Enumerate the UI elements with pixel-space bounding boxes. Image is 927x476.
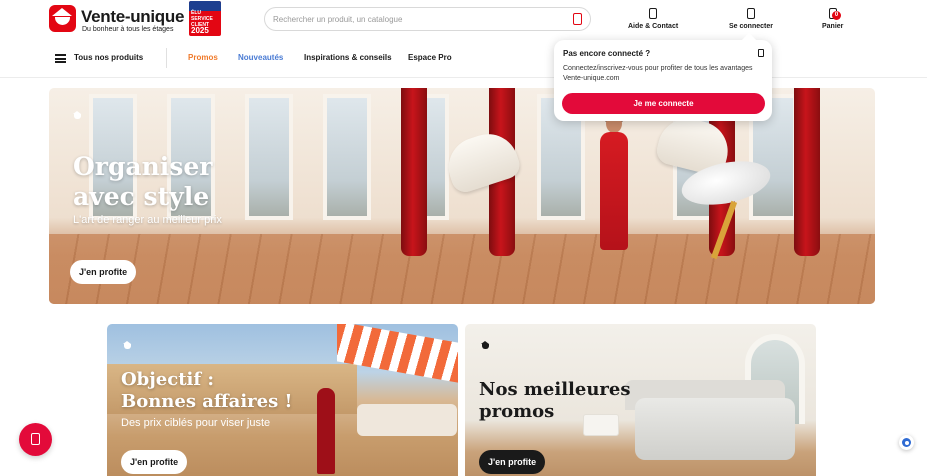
hero-title-line1: Organiser: [73, 152, 213, 181]
logo-name: Vente-unique: [81, 7, 185, 26]
login-popup: Pas encore connecté ? Connectez/inscrive…: [554, 40, 772, 121]
all-products-label: Tous nos produits: [74, 53, 144, 62]
close-icon[interactable]: [758, 49, 764, 57]
cart-label: Panier: [822, 23, 844, 30]
login-link[interactable]: Se connecter: [729, 8, 773, 30]
card-bed: [635, 398, 795, 460]
promo-card-meilleures-promos[interactable]: Nos meilleures promos J'en profite: [465, 324, 816, 476]
login-label: Se connecter: [729, 23, 773, 30]
card-subtitle: Des prix ciblés pour viser juste: [121, 417, 271, 429]
menu-icon: [55, 54, 66, 63]
page: Vente-unique Du bonheur à tous les étage…: [0, 0, 927, 476]
card-title-line2: Bonnes affaires !: [121, 391, 293, 412]
nav-link-promos[interactable]: Promos: [188, 53, 218, 62]
site-header: Vente-unique Du bonheur à tous les étage…: [0, 0, 927, 40]
popup-title: Pas encore connecté ?: [563, 49, 651, 58]
cart-link[interactable]: 0 Panier: [822, 8, 843, 30]
hero-floor: [49, 234, 875, 304]
nav-link-inspirations[interactable]: Inspirations & conseils: [304, 53, 392, 62]
nav-divider: [166, 48, 167, 68]
card-title: Objectif : Bonnes affaires !: [121, 369, 292, 413]
brand-badge-icon: [123, 341, 132, 349]
card-title-line1: Nos meilleures: [479, 379, 631, 400]
hero-model: [594, 110, 634, 276]
hero-title: Organiser avec style: [73, 152, 333, 212]
widget-button[interactable]: [899, 435, 914, 450]
logo-link[interactable]: Vente-unique Du bonheur à tous les étage…: [49, 5, 184, 35]
hero-model-suit: [600, 132, 628, 250]
popup-text: Connectez/inscrivez-vous pour profiter d…: [563, 65, 753, 82]
main-nav: Tous nos produits Promos Nouveautés Insp…: [0, 44, 927, 78]
search-icon[interactable]: [573, 13, 582, 25]
card-sofa: [357, 404, 457, 436]
chat-icon: [31, 433, 40, 445]
brand-badge-icon: [481, 341, 490, 349]
hero-title-line2: avec style: [73, 182, 210, 211]
user-icon: [746, 8, 755, 19]
award-year: 2025: [191, 26, 209, 35]
card-title-line2: promos: [479, 401, 555, 422]
chat-button[interactable]: [19, 423, 52, 456]
card-cta-button[interactable]: J'en profite: [121, 450, 188, 474]
widget-icon: [902, 438, 911, 447]
hero-curtain: [794, 88, 820, 256]
card-cta-button[interactable]: J'en profite: [479, 450, 546, 474]
nav-link-nouveautes[interactable]: Nouveautés: [238, 53, 283, 62]
nav-link-espace-pro[interactable]: Espace Pro: [408, 53, 452, 62]
hero-cta-button[interactable]: J'en profite: [70, 260, 137, 284]
brand-badge-icon: [73, 111, 82, 119]
logo-tagline: Du bonheur à tous les étages: [82, 26, 174, 33]
login-button[interactable]: Je me connecte: [562, 93, 765, 114]
search-bar: [264, 7, 591, 31]
logo-icon: [49, 5, 76, 32]
hero-subtitle: L'art de ranger au meilleur prix: [73, 214, 222, 226]
hero-curtain: [401, 88, 427, 256]
award-badge: ÉLU SERVICE CLIENT 2025: [189, 1, 221, 36]
promo-card-bonnes-affaires[interactable]: Objectif : Bonnes affaires ! Des prix ci…: [107, 324, 458, 476]
card-title: Nos meilleures promos: [479, 379, 630, 423]
help-icon: [649, 8, 658, 19]
card-title-line1: Objectif :: [121, 369, 214, 390]
card-model: [317, 388, 335, 474]
help-contact-label: Aide & Contact: [628, 23, 679, 30]
search-input[interactable]: [273, 11, 563, 27]
cart-count-badge: 0: [832, 11, 841, 20]
help-contact-link[interactable]: Aide & Contact: [628, 8, 678, 30]
